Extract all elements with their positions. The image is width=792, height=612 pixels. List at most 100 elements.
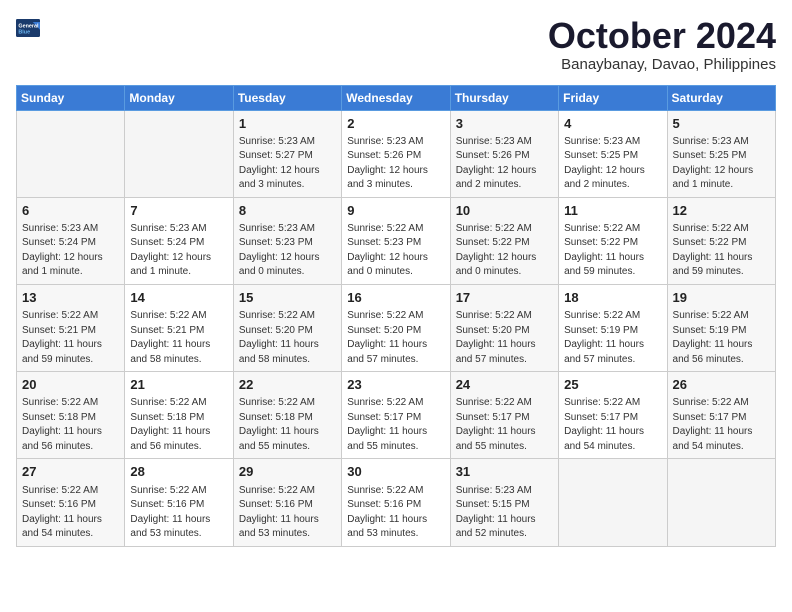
day-info: Sunrise: 5:22 AM Sunset: 5:19 PM Dayligh… — [673, 309, 770, 367]
day-number: 21 — [130, 376, 227, 394]
title-area: October 2024 Banaybanay, Davao, Philippi… — [548, 16, 776, 73]
day-number: 13 — [22, 289, 119, 307]
day-info: Sunrise: 5:22 AM Sunset: 5:18 PM Dayligh… — [130, 396, 227, 454]
day-info: Sunrise: 5:23 AM Sunset: 5:26 PM Dayligh… — [347, 135, 444, 193]
logo-icon: General Blue — [16, 16, 40, 40]
calendar-table: SundayMondayTuesdayWednesdayThursdayFrid… — [16, 85, 776, 547]
day-number: 31 — [456, 463, 553, 481]
day-info: Sunrise: 5:22 AM Sunset: 5:19 PM Dayligh… — [564, 309, 661, 367]
day-number: 2 — [347, 115, 444, 133]
calendar-cell: 31 Sunrise: 5:23 AM Sunset: 5:15 PM Dayli… — [450, 459, 558, 546]
day-number: 17 — [456, 289, 553, 307]
day-info: Sunrise: 5:22 AM Sunset: 5:16 PM Dayligh… — [239, 484, 336, 542]
day-info: Sunrise: 5:22 AM Sunset: 5:17 PM Dayligh… — [673, 396, 770, 454]
calendar-header-row: SundayMondayTuesdayWednesdayThursdayFrid… — [17, 85, 776, 110]
day-number: 22 — [239, 376, 336, 394]
calendar-cell: 5Sunrise: 5:23 AM Sunset: 5:25 PM Daylig… — [667, 110, 775, 197]
calendar-week-row: 1Sunrise: 5:23 AM Sunset: 5:27 PM Daylig… — [17, 110, 776, 197]
weekday-header: Monday — [125, 85, 233, 110]
day-info: Sunrise: 5:22 AM Sunset: 5:16 PM Dayligh… — [22, 484, 119, 542]
day-info: Sunrise: 5:23 AM Sunset: 5:23 PM Dayligh… — [239, 222, 336, 280]
calendar-cell: 28 Sunrise: 5:22 AM Sunset: 5:16 PM Dayli… — [125, 459, 233, 546]
calendar-cell: 21 Sunrise: 5:22 AM Sunset: 5:18 PM Dayli… — [125, 372, 233, 459]
day-number: 8 — [239, 202, 336, 220]
day-number: 9 — [347, 202, 444, 220]
day-number: 25 — [564, 376, 661, 394]
calendar-cell: 23 Sunrise: 5:22 AM Sunset: 5:17 PM Dayli… — [342, 372, 450, 459]
calendar-cell: 20 Sunrise: 5:22 AM Sunset: 5:18 PM Dayli… — [17, 372, 125, 459]
calendar-cell — [559, 459, 667, 546]
calendar-cell: 29 Sunrise: 5:22 AM Sunset: 5:16 PM Dayli… — [233, 459, 341, 546]
day-info: Sunrise: 5:22 AM Sunset: 5:22 PM Dayligh… — [673, 222, 770, 280]
weekday-header: Saturday — [667, 85, 775, 110]
day-info: Sunrise: 5:22 AM Sunset: 5:17 PM Dayligh… — [347, 396, 444, 454]
day-info: Sunrise: 5:23 AM Sunset: 5:26 PM Dayligh… — [456, 135, 553, 193]
calendar-cell: 14Sunrise: 5:22 AM Sunset: 5:21 PM Dayli… — [125, 284, 233, 371]
calendar-cell: 25 Sunrise: 5:22 AM Sunset: 5:17 PM Dayli… — [559, 372, 667, 459]
calendar-cell: 18 Sunrise: 5:22 AM Sunset: 5:19 PM Dayli… — [559, 284, 667, 371]
weekday-header: Thursday — [450, 85, 558, 110]
day-number: 12 — [673, 202, 770, 220]
day-info: Sunrise: 5:22 AM Sunset: 5:21 PM Dayligh… — [22, 309, 119, 367]
day-info: Sunrise: 5:23 AM Sunset: 5:15 PM Dayligh… — [456, 484, 553, 542]
calendar-cell: 12 Sunrise: 5:22 AM Sunset: 5:22 PM Dayli… — [667, 197, 775, 284]
day-info: Sunrise: 5:22 AM Sunset: 5:17 PM Dayligh… — [456, 396, 553, 454]
day-number: 1 — [239, 115, 336, 133]
day-number: 23 — [347, 376, 444, 394]
day-number: 29 — [239, 463, 336, 481]
day-info: Sunrise: 5:22 AM Sunset: 5:20 PM Dayligh… — [456, 309, 553, 367]
svg-text:Blue: Blue — [18, 29, 30, 35]
day-number: 24 — [456, 376, 553, 394]
calendar-cell: 19 Sunrise: 5:22 AM Sunset: 5:19 PM Dayli… — [667, 284, 775, 371]
day-number: 7 — [130, 202, 227, 220]
day-info: Sunrise: 5:22 AM Sunset: 5:17 PM Dayligh… — [564, 396, 661, 454]
day-number: 15 — [239, 289, 336, 307]
day-info: Sunrise: 5:22 AM Sunset: 5:23 PM Dayligh… — [347, 222, 444, 280]
day-info: Sunrise: 5:22 AM Sunset: 5:16 PM Dayligh… — [347, 484, 444, 542]
calendar-cell: 3Sunrise: 5:23 AM Sunset: 5:26 PM Daylig… — [450, 110, 558, 197]
calendar-cell: 27 Sunrise: 5:22 AM Sunset: 5:16 PM Dayli… — [17, 459, 125, 546]
location-subtitle: Banaybanay, Davao, Philippines — [548, 56, 776, 73]
day-number: 20 — [22, 376, 119, 394]
weekday-header: Friday — [559, 85, 667, 110]
calendar-cell: 1Sunrise: 5:23 AM Sunset: 5:27 PM Daylig… — [233, 110, 341, 197]
calendar-cell: 26 Sunrise: 5:22 AM Sunset: 5:17 PM Dayli… — [667, 372, 775, 459]
day-number: 26 — [673, 376, 770, 394]
month-title: October 2024 — [548, 16, 776, 56]
day-number: 27 — [22, 463, 119, 481]
calendar-week-row: 6 Sunrise: 5:23 AM Sunset: 5:24 PM Daylig… — [17, 197, 776, 284]
day-info: Sunrise: 5:22 AM Sunset: 5:18 PM Dayligh… — [22, 396, 119, 454]
day-info: Sunrise: 5:23 AM Sunset: 5:25 PM Dayligh… — [564, 135, 661, 193]
day-info: Sunrise: 5:22 AM Sunset: 5:22 PM Dayligh… — [564, 222, 661, 280]
day-number: 18 — [564, 289, 661, 307]
day-number: 28 — [130, 463, 227, 481]
weekday-header: Sunday — [17, 85, 125, 110]
day-info: Sunrise: 5:22 AM Sunset: 5:18 PM Dayligh… — [239, 396, 336, 454]
day-info: Sunrise: 5:23 AM Sunset: 5:24 PM Dayligh… — [130, 222, 227, 280]
calendar-week-row: 27 Sunrise: 5:22 AM Sunset: 5:16 PM Dayli… — [17, 459, 776, 546]
day-info: Sunrise: 5:22 AM Sunset: 5:21 PM Dayligh… — [130, 309, 227, 367]
day-number: 6 — [22, 202, 119, 220]
calendar-cell: 7 Sunrise: 5:23 AM Sunset: 5:24 PM Daylig… — [125, 197, 233, 284]
day-number: 10 — [456, 202, 553, 220]
day-info: Sunrise: 5:22 AM Sunset: 5:20 PM Dayligh… — [347, 309, 444, 367]
day-info: Sunrise: 5:22 AM Sunset: 5:16 PM Dayligh… — [130, 484, 227, 542]
calendar-cell: 16Sunrise: 5:22 AM Sunset: 5:20 PM Dayli… — [342, 284, 450, 371]
calendar-cell: 10 Sunrise: 5:22 AM Sunset: 5:22 PM Dayli… — [450, 197, 558, 284]
day-number: 19 — [673, 289, 770, 307]
calendar-cell — [17, 110, 125, 197]
calendar-cell: 6 Sunrise: 5:23 AM Sunset: 5:24 PM Daylig… — [17, 197, 125, 284]
day-info: Sunrise: 5:23 AM Sunset: 5:24 PM Dayligh… — [22, 222, 119, 280]
calendar-week-row: 20 Sunrise: 5:22 AM Sunset: 5:18 PM Dayli… — [17, 372, 776, 459]
calendar-cell: 2 Sunrise: 5:23 AM Sunset: 5:26 PM Daylig… — [342, 110, 450, 197]
calendar-cell: 22 Sunrise: 5:22 AM Sunset: 5:18 PM Dayli… — [233, 372, 341, 459]
calendar-cell: 13 Sunrise: 5:22 AM Sunset: 5:21 PM Dayli… — [17, 284, 125, 371]
calendar-cell: 24 Sunrise: 5:22 AM Sunset: 5:17 PM Dayli… — [450, 372, 558, 459]
calendar-cell: 8 Sunrise: 5:23 AM Sunset: 5:23 PM Daylig… — [233, 197, 341, 284]
day-info: Sunrise: 5:22 AM Sunset: 5:22 PM Dayligh… — [456, 222, 553, 280]
day-number: 30 — [347, 463, 444, 481]
day-number: 11 — [564, 202, 661, 220]
calendar-cell — [667, 459, 775, 546]
day-info: Sunrise: 5:22 AM Sunset: 5:20 PM Dayligh… — [239, 309, 336, 367]
day-info: Sunrise: 5:23 AM Sunset: 5:25 PM Dayligh… — [673, 135, 770, 193]
